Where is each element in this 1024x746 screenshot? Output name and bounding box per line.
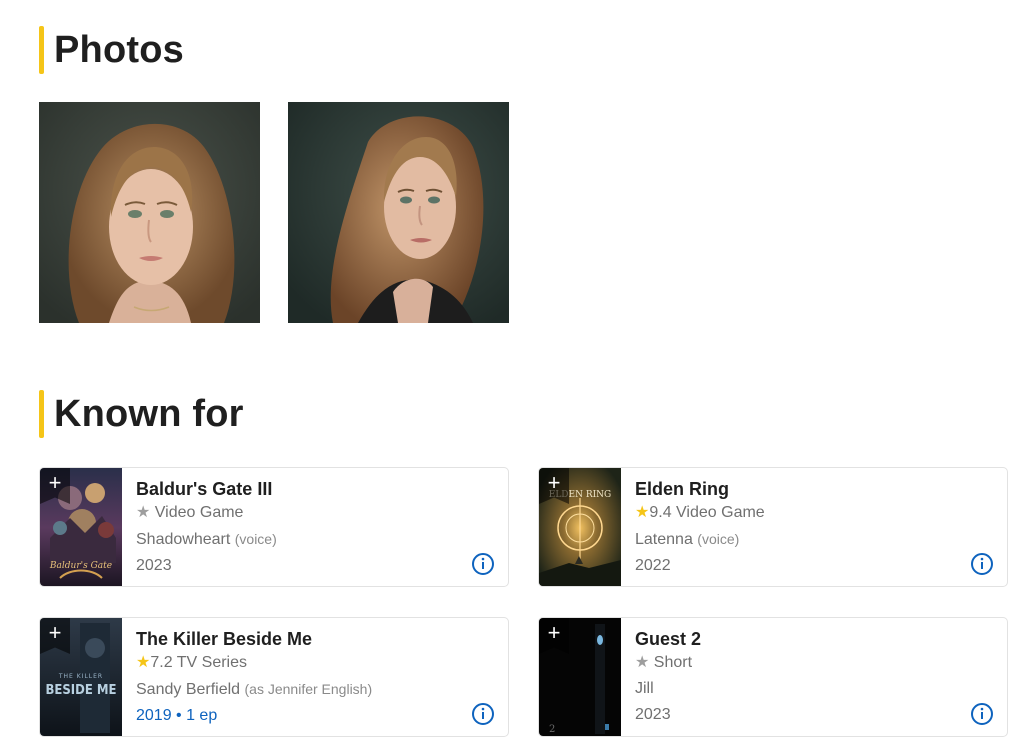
role-name: Sandy Berfield xyxy=(136,681,241,698)
card-type: Video Game xyxy=(676,504,765,521)
star-icon: ★ xyxy=(136,654,151,671)
known-for-title: Known for xyxy=(54,392,244,435)
card-role: Jill xyxy=(635,676,957,702)
poster-logo-text: Baldur's Gate xyxy=(49,561,112,571)
known-for-section-header: Known for xyxy=(39,390,244,438)
card-info: Baldur's Gate III ★ Video Game Shadowhea… xyxy=(136,478,458,579)
star-icon[interactable]: ★ xyxy=(136,504,150,521)
card-meta: ★ Video Game xyxy=(136,500,458,526)
star-icon: ★ xyxy=(635,504,650,521)
card-year-link[interactable]: 2019 • 1 ep xyxy=(136,703,458,729)
card-info: Elden Ring ★9.4 Video Game Latenna (voic… xyxy=(635,478,957,579)
info-circle-icon[interactable] xyxy=(471,552,495,576)
known-for-card[interactable]: Baldur's Gate + Baldur's Gate III ★ Vide… xyxy=(39,467,509,587)
star-icon[interactable]: ★ xyxy=(635,654,649,671)
plus-icon: + xyxy=(547,620,561,645)
card-year: 2022 xyxy=(635,557,671,574)
card-year: 2023 xyxy=(136,557,172,574)
card-rating: 7.2 xyxy=(150,654,173,671)
section-accent-bar xyxy=(39,390,44,438)
photos-title[interactable]: Photos xyxy=(54,29,184,72)
card-title[interactable]: Baldur's Gate III xyxy=(136,478,458,500)
card-type: TV Series xyxy=(176,654,247,671)
photos-section-header: Photos xyxy=(39,26,184,74)
section-accent-bar xyxy=(39,26,44,74)
poster-logo-text: 2 xyxy=(549,724,555,735)
card-title[interactable]: Elden Ring xyxy=(635,478,957,500)
role-name: Shadowheart xyxy=(136,531,231,548)
card-title[interactable]: Guest 2 xyxy=(635,628,957,650)
card-info: Guest 2 ★ Short Jill 2023 xyxy=(635,628,957,728)
info-circle-icon[interactable] xyxy=(970,552,994,576)
poster-logo-text: BESIDE ME xyxy=(45,683,116,698)
known-for-card[interactable]: 2 + Guest 2 ★ Short Jill 2023 xyxy=(538,617,1008,737)
card-year: 2023 xyxy=(635,706,671,723)
role-note: (voice) xyxy=(697,531,740,547)
card-role: Sandy Berfield (as Jennifer English) xyxy=(136,676,458,703)
role-note: (as Jennifer English) xyxy=(244,681,373,697)
poster-small-text: THE KILLER xyxy=(58,673,103,680)
info-circle-icon[interactable] xyxy=(471,702,495,726)
plus-icon: + xyxy=(48,620,62,645)
photo-thumbnail-1[interactable] xyxy=(39,102,260,323)
card-type: Short xyxy=(653,654,693,671)
card-meta: ★ Short xyxy=(635,650,957,676)
card-type: Video Game xyxy=(154,504,244,521)
card-role: Shadowheart (voice) xyxy=(136,526,458,553)
card-meta: ★9.4 Video Game xyxy=(635,500,957,526)
info-circle-icon[interactable] xyxy=(970,702,994,726)
plus-icon: + xyxy=(547,470,561,495)
card-role: Latenna (voice) xyxy=(635,526,957,553)
card-title[interactable]: The Killer Beside Me xyxy=(136,628,458,650)
portrait-image-2 xyxy=(288,102,509,323)
known-for-card[interactable]: ELDEN RING + Elden Ring ★9.4 Video Game … xyxy=(538,467,1008,587)
role-name: Latenna xyxy=(635,531,693,548)
photo-thumbnail-2[interactable] xyxy=(288,102,509,323)
role-note: (voice) xyxy=(234,531,277,547)
known-for-card[interactable]: THE KILLER BESIDE ME + The Killer Beside… xyxy=(39,617,509,737)
plus-icon: + xyxy=(48,470,62,495)
portrait-image-1 xyxy=(39,102,260,323)
card-info: The Killer Beside Me ★7.2 TV Series Sand… xyxy=(136,628,458,729)
card-meta: ★7.2 TV Series xyxy=(136,650,458,676)
role-name: Jill xyxy=(635,680,654,697)
card-rating: 9.4 xyxy=(649,504,672,521)
